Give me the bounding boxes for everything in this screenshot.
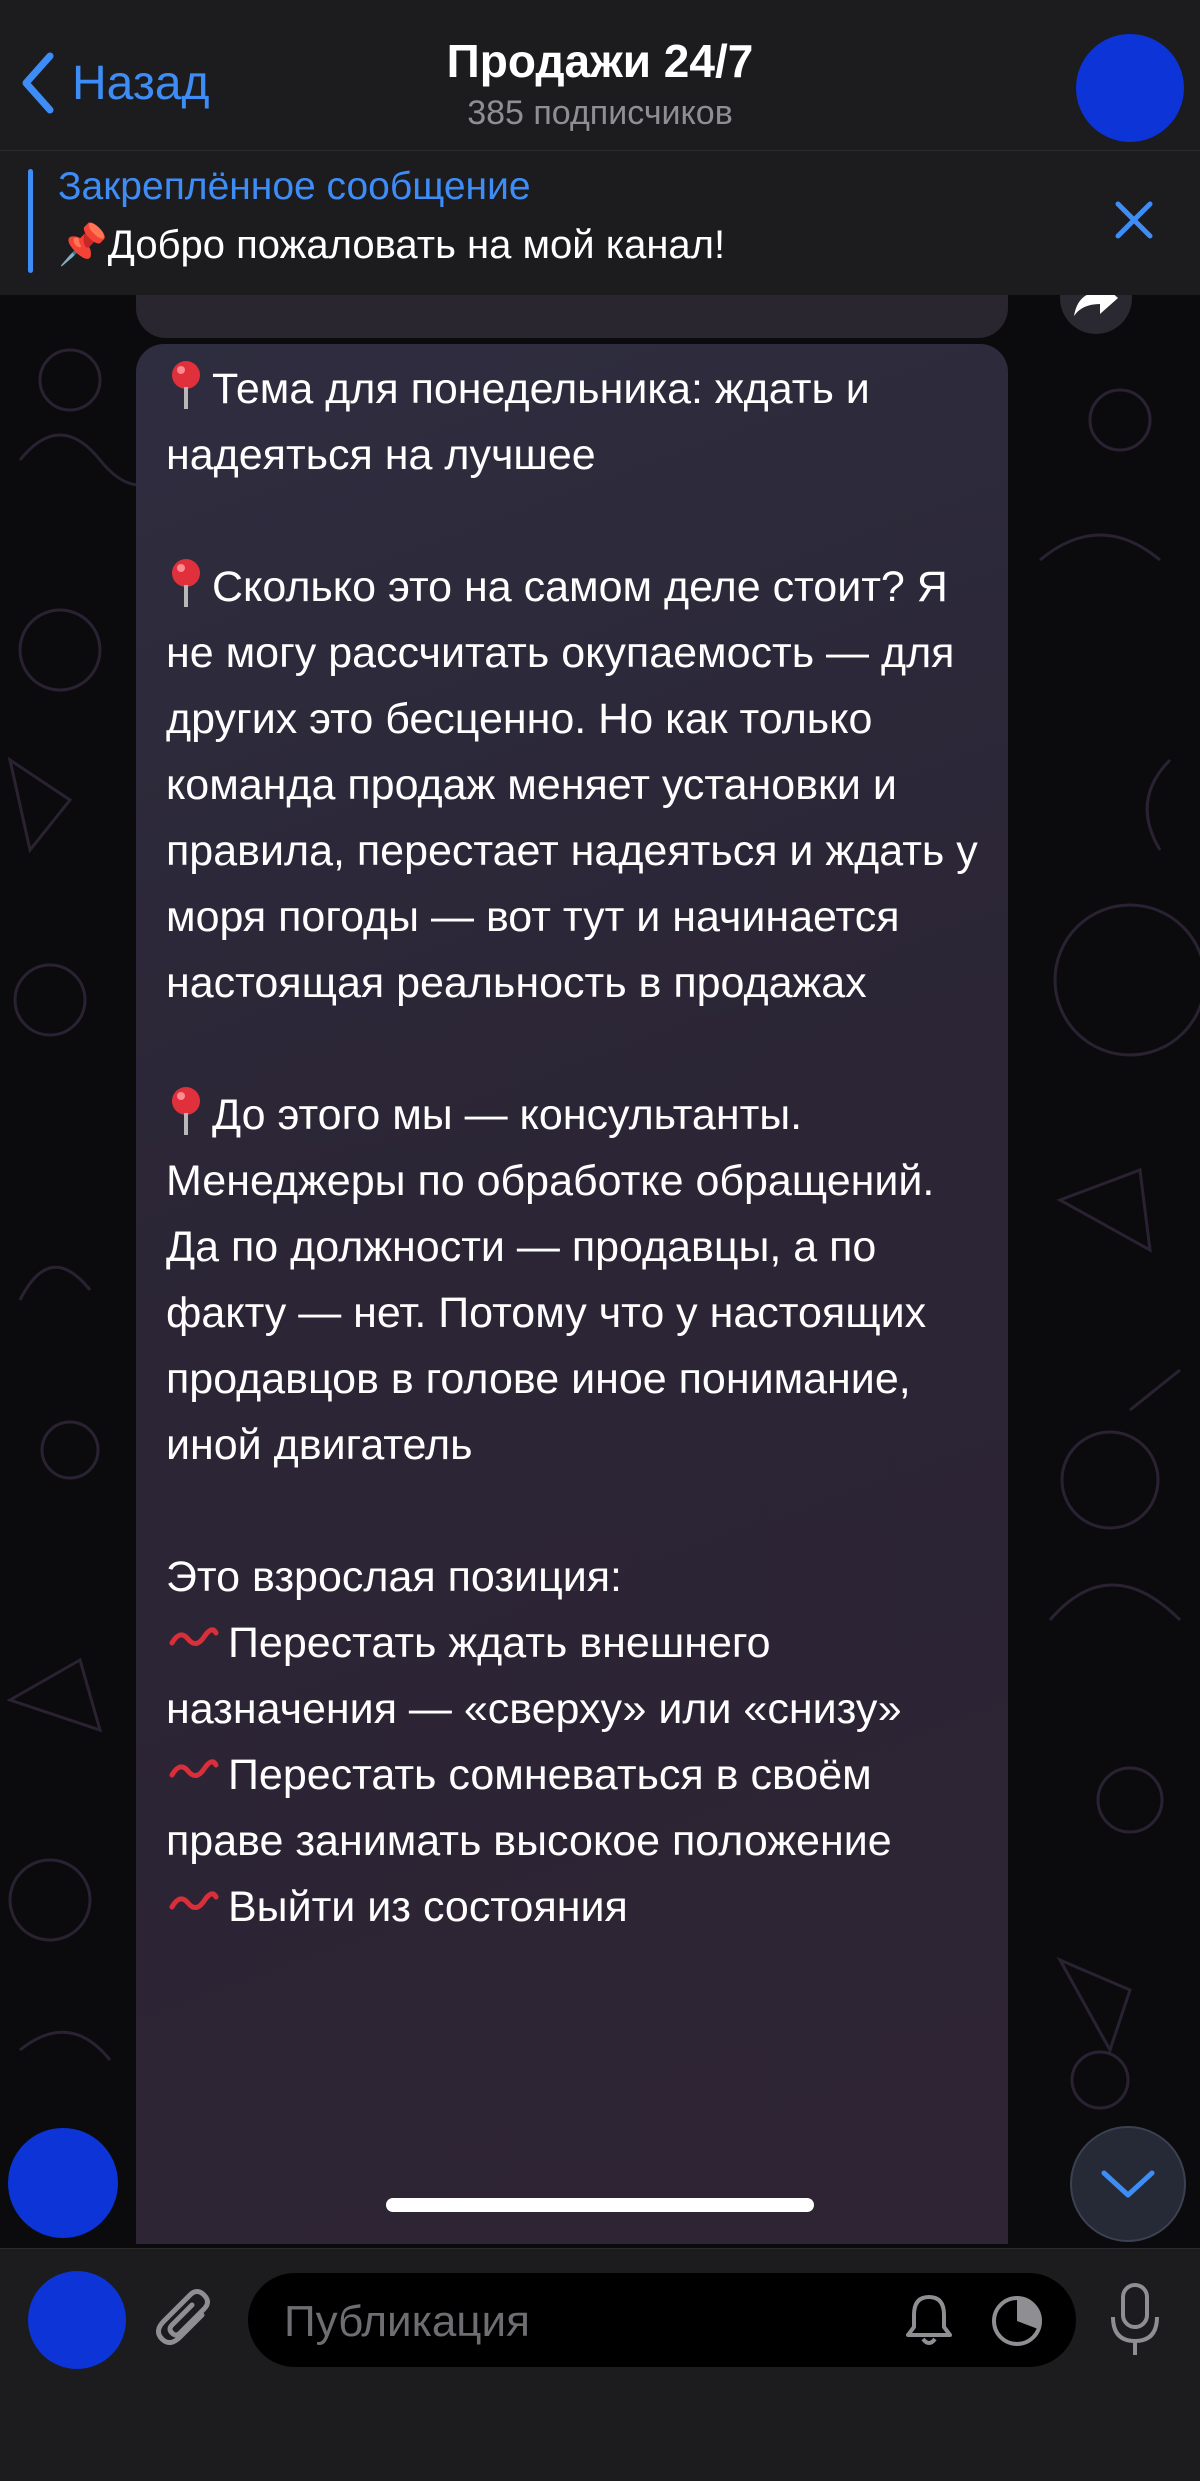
send-as-avatar[interactable] xyxy=(28,2271,126,2369)
bullet-item: Выйти из состояния xyxy=(166,1874,986,1940)
round-pushpin-icon xyxy=(172,361,200,409)
pinned-title: Закреплённое сообщение xyxy=(58,165,531,208)
subscriber-count: 385 подписчиков xyxy=(467,94,733,132)
round-pushpin-icon xyxy=(172,559,200,607)
pinned-message-bar[interactable]: Закреплённое сообщение 📌Добро пожаловать… xyxy=(0,151,1200,295)
message-text: Тема для понедельника: ждать и надеяться… xyxy=(166,356,986,1940)
microphone-icon[interactable] xyxy=(1106,2281,1164,2359)
channel-title[interactable]: Продажи 24/7 xyxy=(0,34,1200,88)
round-pushpin-icon xyxy=(172,1087,200,1135)
message-paragraph: До этого мы — консультанты. Менеджеры по… xyxy=(166,1091,935,1469)
composer-bar: Публикация xyxy=(0,2248,1200,2481)
wave-icon xyxy=(169,1891,219,1910)
message-input[interactable]: Публикация xyxy=(248,2273,1076,2367)
bullet-item: Перестать ждать внешнего назначения — «с… xyxy=(166,1619,902,1733)
close-icon[interactable] xyxy=(1110,196,1158,244)
home-indicator[interactable] xyxy=(386,2198,814,2212)
scroll-down-button[interactable] xyxy=(1070,2126,1186,2242)
bell-icon[interactable] xyxy=(900,2291,958,2349)
channel-avatar[interactable] xyxy=(1076,34,1184,142)
paperclip-icon[interactable] xyxy=(150,2285,220,2355)
chat-header: Назад Продажи 24/7 385 подписчиков xyxy=(0,0,1200,151)
chevron-down-icon xyxy=(1101,2170,1155,2198)
message-paragraph: Это взрослая позиция: xyxy=(166,1553,622,1601)
message-paragraph: Сколько это на самом деле стоит? Я не мо… xyxy=(166,563,978,1007)
bullet-item: Перестать сомневаться в своём праве зани… xyxy=(166,1751,892,1865)
message-bubble[interactable]: Тема для понедельника: ждать и надеяться… xyxy=(136,344,1008,2244)
wave-icon xyxy=(169,1627,219,1646)
message-input-placeholder: Публикация xyxy=(284,2297,530,2346)
wave-icon xyxy=(169,1759,219,1778)
message-paragraph: Тема для понедельника: ждать и надеяться… xyxy=(166,365,870,479)
timer-icon[interactable] xyxy=(988,2291,1046,2349)
sender-avatar[interactable] xyxy=(8,2128,118,2238)
pinned-text: 📌Добро пожаловать на мой канал! xyxy=(58,223,726,267)
pinned-indicator xyxy=(28,169,33,273)
